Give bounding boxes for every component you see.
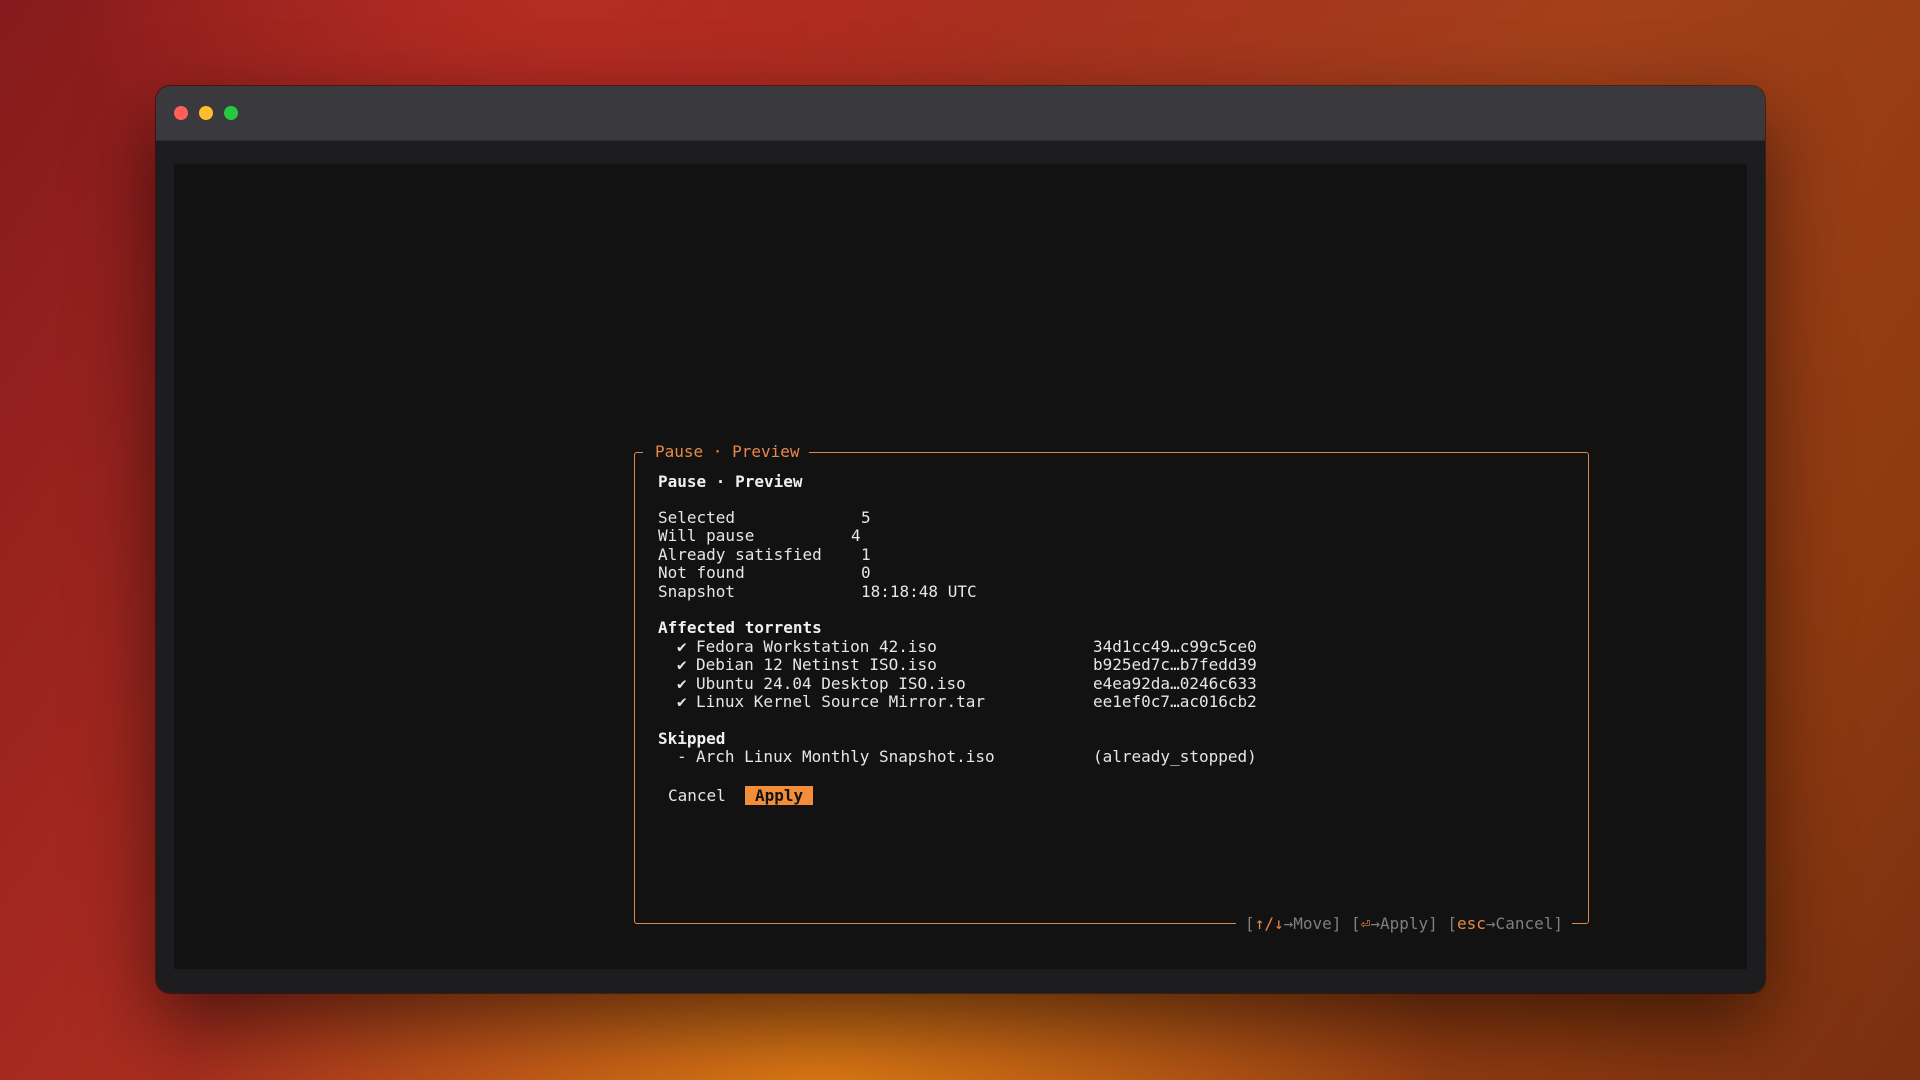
cancel-button[interactable]: Cancel bbox=[658, 786, 736, 805]
torrent-hash: ee1ef0c7…ac016cb2 bbox=[1093, 692, 1257, 711]
summary-value-selected: 5 bbox=[861, 508, 871, 527]
summary-label-will-pause: Will pause bbox=[658, 526, 755, 546]
torrent-name: Linux Kernel Source Mirror.tar bbox=[696, 692, 985, 711]
title-bar bbox=[156, 86, 1765, 141]
apply-button[interactable]: Apply bbox=[745, 786, 814, 805]
hint-key-move: ↑/↓ bbox=[1254, 913, 1284, 933]
skipped-heading: Skipped bbox=[658, 728, 726, 748]
summary-value-not-found: 0 bbox=[861, 563, 871, 583]
summary-value-will-pause: 4 bbox=[851, 526, 861, 546]
hint-action-apply: →Apply bbox=[1370, 913, 1429, 933]
check-icon: ✔ bbox=[677, 673, 687, 693]
torrent-name: Ubuntu 24.04 Desktop ISO.iso bbox=[696, 673, 966, 693]
summary-label-not-found: Not found bbox=[658, 563, 745, 583]
check-icon: ✔ bbox=[677, 692, 687, 711]
check-icon: ✔ bbox=[677, 655, 687, 675]
terminal-content: Pause · Preview Pause · Preview Selected… bbox=[174, 164, 1747, 969]
skipped-reason: (already_stopped) bbox=[1093, 747, 1257, 767]
summary-label-snapshot: Snapshot bbox=[658, 581, 736, 601]
hint-action-move: →Move bbox=[1283, 913, 1332, 933]
torrent-hash: b925ed7c…b7fedd39 bbox=[1093, 655, 1257, 675]
affected-torrents-heading: Affected torrents bbox=[658, 618, 822, 638]
zoom-window-button[interactable] bbox=[224, 106, 238, 120]
summary-label-selected: Selected bbox=[658, 508, 736, 527]
torrent-name: Fedora Workstation 42.iso bbox=[696, 636, 937, 656]
summary-value-snapshot: 18:18:48 UTC bbox=[861, 581, 977, 601]
dash-icon: - bbox=[677, 747, 687, 767]
hint-key-cancel: esc bbox=[1457, 913, 1486, 933]
terminal-window: Pause · Preview Pause · Preview Selected… bbox=[156, 86, 1765, 993]
torrent-hash: 34d1cc49…c99c5ce0 bbox=[1093, 636, 1257, 656]
pause-preview-dialog: Pause · Preview Pause · Preview Selected… bbox=[634, 442, 1589, 933]
check-icon: ✔ bbox=[677, 636, 687, 656]
summary-value-already-satisfied: 1 bbox=[861, 544, 871, 564]
hint-action-cancel: →Cancel bbox=[1485, 913, 1554, 933]
key-hints: [↑/↓→Move] [⏎→Apply] [esc→Cancel] bbox=[1236, 913, 1572, 933]
torrent-hash: e4ea92da…0246c633 bbox=[1093, 673, 1257, 693]
torrent-name: Debian 12 Netinst ISO.iso bbox=[696, 655, 937, 675]
dialog-title: Pause · Preview bbox=[643, 442, 809, 462]
skipped-torrent-name: Arch Linux Monthly Snapshot.iso bbox=[696, 747, 995, 767]
hint-key-apply: ⏎ bbox=[1360, 913, 1371, 933]
close-window-button[interactable] bbox=[174, 106, 188, 120]
summary-label-already-satisfied: Already satisfied bbox=[658, 544, 822, 564]
minimize-window-button[interactable] bbox=[199, 106, 213, 120]
dialog-heading: Pause · Preview bbox=[658, 472, 803, 491]
